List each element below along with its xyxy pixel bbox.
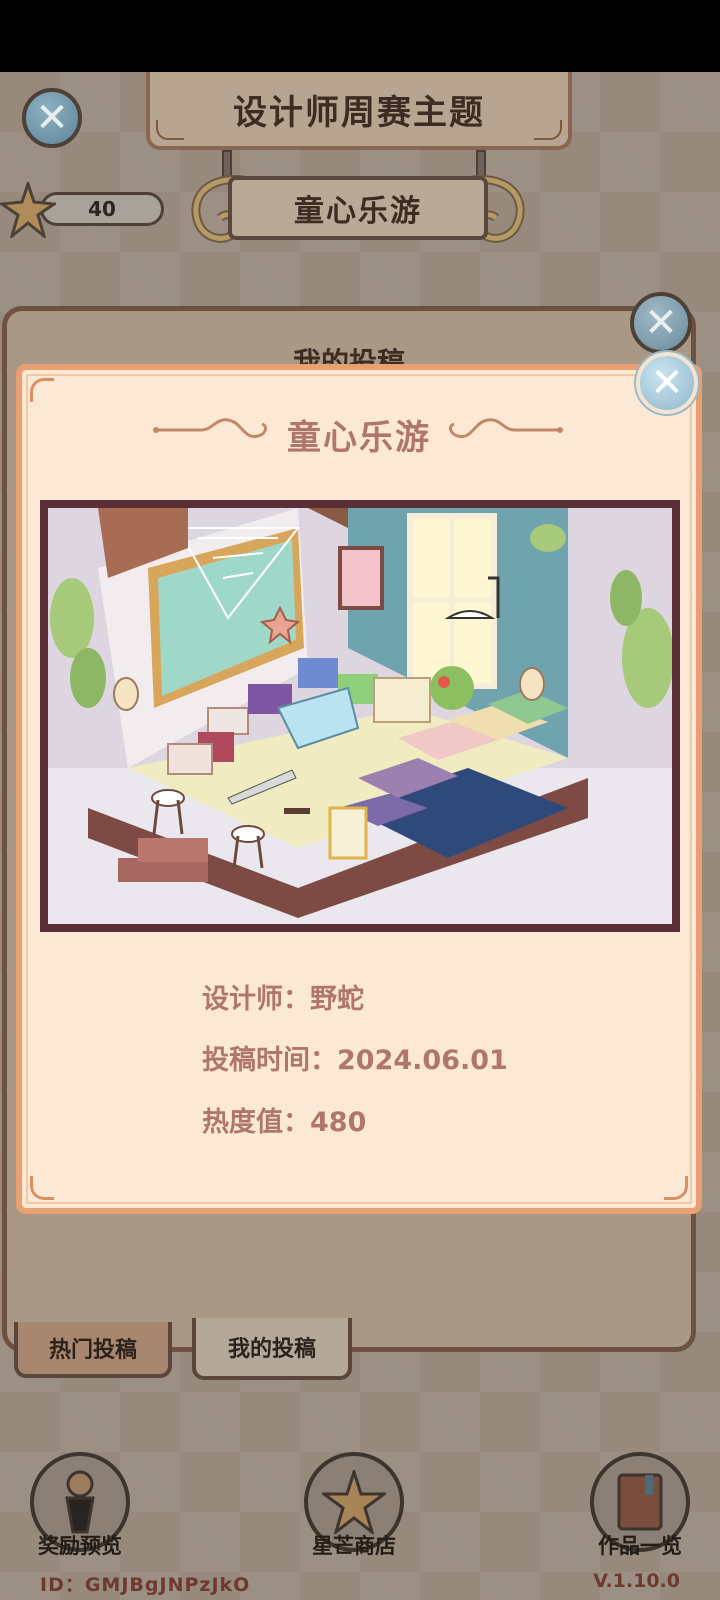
designer-name: 野蛇 [310,984,364,1015]
designer-info: 设计师：野蛇 [202,977,364,1016]
submit-time-value: 2024.06.01 [337,1045,508,1076]
user-id: ID：GMJBgJNPzJkO [40,1574,251,1596]
close-icon: ✕ [35,95,69,141]
flourish-icon [534,120,562,140]
tab-hot-submissions[interactable]: 热门投稿 [14,1322,172,1378]
close-button[interactable]: ✕ [22,88,82,148]
corner-ornament-icon [30,1176,54,1200]
theme-sign: 童心乐游 [228,176,488,240]
star-count: 40 [40,192,164,226]
designer-label: 设计师： [202,984,310,1015]
card-title: 童心乐游 [287,418,431,458]
room-design-image [48,508,672,924]
heat-value: 480 [310,1107,367,1138]
star-icon [322,1470,386,1534]
heat-info: 热度值：480 [202,1100,366,1139]
heat-label: 热度值： [202,1107,310,1138]
book-icon [617,1473,663,1531]
corner-ornament-icon [30,378,54,402]
corner-ornament-icon [664,1176,688,1200]
works-list-label: 作品一览 [598,1534,682,1558]
version-label: V.1.10.0 [593,1570,680,1592]
header-banner: 设计师周赛主题 [146,72,572,150]
page-title: 设计师周赛主题 [233,92,485,133]
star-shop-label: 星芒商店 [312,1534,396,1558]
design-artwork[interactable] [40,500,680,932]
submit-time-info: 投稿时间：2024.06.01 [202,1038,508,1077]
reward-preview-label: 奖励预览 [38,1534,122,1558]
close-icon: ✕ [650,360,684,406]
submit-time-label: 投稿时间： [202,1045,337,1076]
close-icon: ✕ [644,300,678,346]
tab-my-submissions[interactable]: 我的投稿 [192,1318,352,1380]
flourish-icon [156,120,184,140]
panel-close-button[interactable]: ✕ [630,292,692,354]
flourish-left-icon [153,418,267,439]
star-icon [0,182,56,238]
flourish-right-icon [449,418,563,439]
status-bar [0,0,720,72]
card-close-button[interactable]: ✕ [636,352,698,414]
trophy-icon [65,1470,95,1534]
star-counter: 40 [0,182,168,238]
theme-name: 童心乐游 [294,194,422,229]
